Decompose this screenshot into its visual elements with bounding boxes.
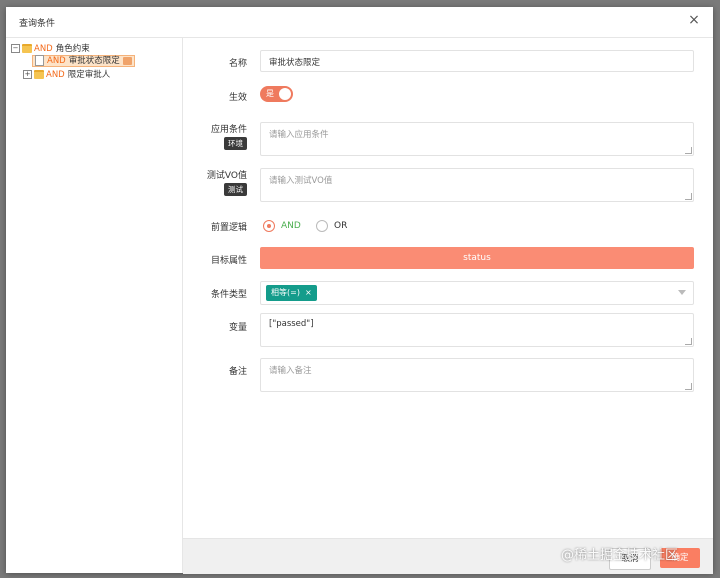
folder-icon <box>22 44 32 53</box>
test-tag: 测试 <box>224 183 247 196</box>
cond-type-select[interactable]: 相等(=) × <box>260 281 694 305</box>
radio-or[interactable] <box>316 220 328 232</box>
close-icon[interactable]: × <box>687 13 701 27</box>
resize-handle[interactable] <box>685 147 692 154</box>
edit-icon[interactable] <box>122 56 132 65</box>
chip-label: 相等(=) <box>271 288 300 297</box>
query-condition-dialog: 查询条件 × − AND 角色约束 AND 审批状态限定 + AND 限定审批人 名称 审… <box>6 7 713 574</box>
target-attribute-bar[interactable]: status <box>260 247 694 269</box>
cond-type-label: 条件类型 <box>210 290 247 300</box>
condition-tree: − AND 角色约束 AND 审批状态限定 + AND 限定审批人 <box>6 38 183 573</box>
tree-node-label: 审批状态限定 <box>68 56 120 66</box>
switch-knob <box>279 88 291 100</box>
collapse-icon[interactable]: − <box>11 44 20 53</box>
chevron-down-icon[interactable] <box>678 290 686 295</box>
variable-textarea[interactable]: ["passed"] <box>260 313 694 347</box>
resize-handle[interactable] <box>685 338 692 345</box>
tree-node-label: 限定审批人 <box>67 70 111 80</box>
selected-node-box[interactable]: AND 审批状态限定 <box>32 55 135 67</box>
name-label: 名称 <box>228 59 247 69</box>
watermark: @稀土掘金技术社区 <box>561 548 679 563</box>
tree-node-approval-state[interactable]: AND 审批状态限定 <box>32 55 135 67</box>
radio-and-label[interactable]: AND <box>281 221 301 231</box>
condition-label: 应用条件 <box>210 125 247 135</box>
tree-node-keyword: AND <box>34 44 53 54</box>
chip-remove-icon[interactable]: × <box>305 288 312 297</box>
remark-textarea[interactable]: 请输入备注 <box>260 358 694 392</box>
variable-label: 变量 <box>228 323 247 333</box>
condition-textarea[interactable]: 请输入应用条件 <box>260 122 694 156</box>
tree-node-label: 角色约束 <box>55 44 90 54</box>
enabled-label: 生效 <box>228 93 247 103</box>
dialog-title: 查询条件 <box>19 19 56 29</box>
document-icon <box>35 55 44 66</box>
radio-or-label[interactable]: OR <box>334 221 347 231</box>
tree-node-root[interactable]: − AND 角色约束 <box>11 43 90 55</box>
switch-text: 是 <box>266 89 274 98</box>
test-vo-label: 测试VO值 <box>206 171 247 181</box>
tree-node-keyword: AND <box>46 70 65 80</box>
test-vo-label-group: 测试VO值 测试 <box>183 168 247 196</box>
dialog-header: 查询条件 × <box>6 7 713 38</box>
logic-label: 前置逻辑 <box>210 223 247 233</box>
folder-icon <box>34 70 44 79</box>
resize-handle[interactable] <box>685 193 692 200</box>
cond-type-chip[interactable]: 相等(=) × <box>266 285 317 301</box>
tree-node-approver[interactable]: + AND 限定审批人 <box>23 69 110 81</box>
expand-icon[interactable]: + <box>23 70 32 79</box>
test-vo-textarea[interactable]: 请输入测试VO值 <box>260 168 694 202</box>
condition-label-group: 应用条件 环境 <box>183 122 247 150</box>
remark-label: 备注 <box>228 367 247 377</box>
enabled-switch[interactable]: 是 <box>260 86 293 102</box>
env-tag: 环境 <box>224 137 247 150</box>
name-input[interactable]: 审批状态限定 <box>260 50 694 72</box>
tree-node-keyword: AND <box>47 56 66 66</box>
resize-handle[interactable] <box>685 383 692 390</box>
radio-and[interactable] <box>263 220 275 232</box>
target-label: 目标属性 <box>210 256 247 266</box>
condition-form: 名称 审批状态限定 生效 是 应用条件 环境 请输入应用条件 测试VO值 测试 … <box>183 38 713 538</box>
